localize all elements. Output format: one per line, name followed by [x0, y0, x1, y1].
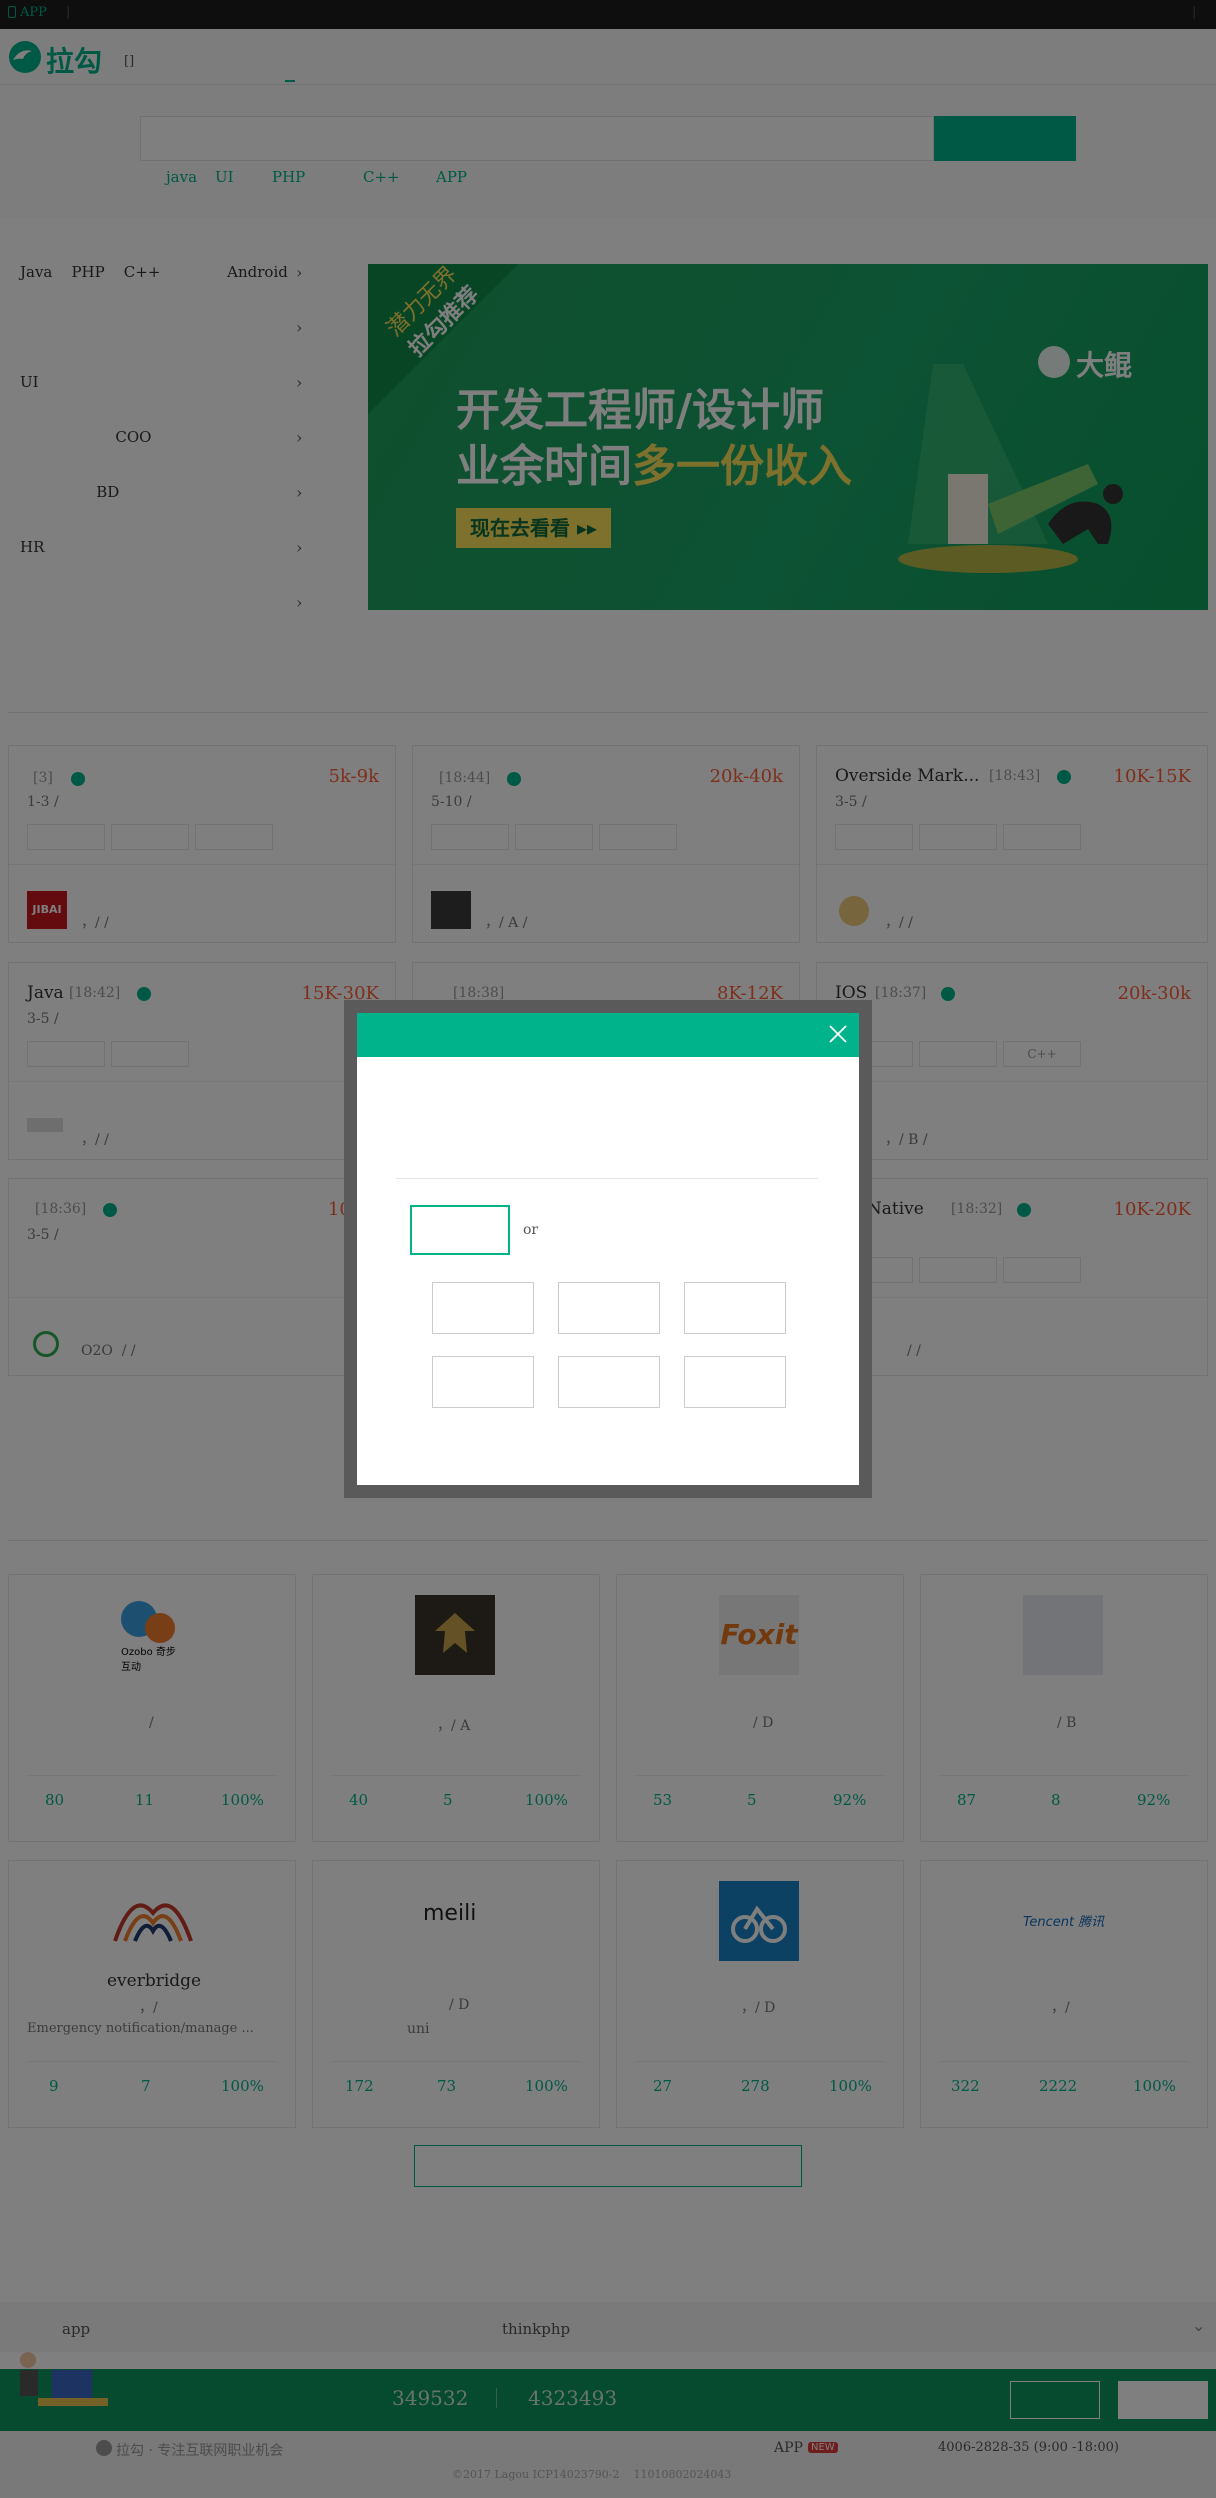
modal-option[interactable] [558, 1282, 660, 1334]
modal-or-label: or [523, 1222, 539, 1238]
close-icon[interactable] [826, 1022, 850, 1046]
modal-option[interactable] [432, 1282, 534, 1334]
modal-divider [396, 1178, 818, 1179]
modal-option[interactable] [558, 1356, 660, 1408]
modal-option[interactable] [684, 1356, 786, 1408]
modal-option[interactable] [432, 1356, 534, 1408]
modal-option[interactable] [684, 1282, 786, 1334]
modal-primary-option[interactable] [410, 1205, 510, 1255]
modal-header [357, 1013, 859, 1057]
